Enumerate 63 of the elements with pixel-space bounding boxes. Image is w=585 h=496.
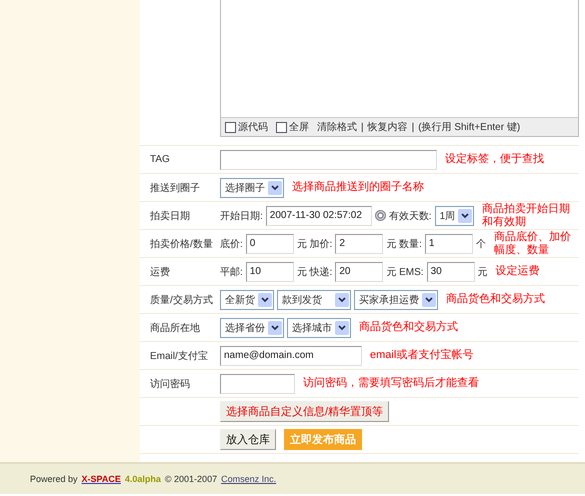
- company-link[interactable]: Comsenz Inc.: [221, 474, 276, 484]
- copyright-text: © 2001-2007: [164, 474, 218, 484]
- checkbox[interactable]: [225, 122, 236, 132]
- form-label: 拍卖日期: [149, 210, 191, 222]
- input-field[interactable]: [220, 374, 295, 394]
- field-label: 元 加价:: [296, 238, 332, 250]
- field-label: 元: [478, 266, 488, 278]
- hint-text: 选择商品推送到的圈子名称: [292, 181, 424, 194]
- field-label: 元 EMS:: [386, 266, 424, 278]
- input-field[interactable]: 20: [335, 262, 384, 282]
- input-field[interactable]: [220, 150, 437, 170]
- field-label: 个: [476, 238, 486, 250]
- hint-text: 设定运费: [496, 265, 540, 278]
- checkbox-label: 源代码: [238, 121, 268, 134]
- clock-icon[interactable]: [374, 210, 386, 221]
- select-dropdown[interactable]: 选择省份: [220, 318, 284, 338]
- select-dropdown[interactable]: 全新货: [220, 290, 274, 310]
- checkbox-label: 全屏: [289, 121, 309, 134]
- toolbar-link[interactable]: 清除格式: [317, 120, 357, 134]
- hint-text: 设定标签，便于查找: [445, 153, 544, 166]
- text-editor[interactable]: 源代码 全屏 清除格式 | 恢复内容 | (换行用 Shift+Enter 键): [220, 0, 579, 137]
- select-dropdown[interactable]: 选择圈子: [220, 178, 284, 198]
- select-dropdown[interactable]: 买家承担运费: [354, 290, 438, 310]
- select-dropdown[interactable]: 1周: [434, 206, 474, 226]
- hint-text: 商品拍卖开始日期和有效期: [482, 203, 572, 228]
- input-field[interactable]: 1: [424, 234, 473, 254]
- toolbar-text: (换行用 Shift+Enter 键): [418, 120, 520, 134]
- select-dropdown[interactable]: 选择城市: [287, 318, 351, 338]
- footer-text: Powered by: [30, 474, 78, 484]
- hint-text: 访问密码，需要填写密码后才能查看: [303, 377, 479, 390]
- toolbar-text: |: [412, 122, 414, 132]
- form-label: 访问密码: [149, 378, 191, 390]
- input-field[interactable]: 30: [426, 262, 475, 282]
- field-label: 有效天数:: [388, 210, 432, 222]
- product-link[interactable]: X-SPACE: [82, 474, 121, 484]
- options-button[interactable]: 选择商品自定义信息/精华置顶等: [220, 401, 390, 422]
- input-field[interactable]: name@domain.com: [220, 346, 362, 366]
- input-field[interactable]: 0: [246, 234, 294, 254]
- form-label: Email/支付宝: [149, 350, 209, 362]
- field-label: 元 数量:: [386, 238, 422, 250]
- form-label: 拍卖价格/数量: [149, 238, 214, 250]
- form-label: 质量/交易方式: [149, 294, 214, 306]
- form-label: TAG: [149, 154, 171, 165]
- input-field[interactable]: 2: [335, 234, 384, 254]
- hint-text: 商品货色和交易方式: [359, 321, 458, 334]
- input-field[interactable]: 2007-11-30 02:57:02: [266, 206, 372, 226]
- input-field[interactable]: 10: [246, 262, 294, 282]
- field-label: 平邮:: [220, 266, 243, 278]
- form-label: 推送到圈子: [149, 182, 201, 194]
- field-label: 开始日期:: [220, 210, 263, 222]
- checkbox[interactable]: [276, 122, 287, 132]
- hint-text: 商品底价、加价幅度、数量: [494, 231, 572, 256]
- hint-text: 商品货色和交易方式: [446, 293, 545, 306]
- version-text: 4.0alpha: [124, 474, 161, 484]
- hint-text: email或者支付宝帐号: [370, 349, 474, 362]
- form-label: 运费: [149, 266, 171, 278]
- form-label: 商品所在地: [149, 322, 201, 334]
- select-dropdown[interactable]: 款到发货: [277, 290, 351, 310]
- toolbar-link[interactable]: 恢复内容: [368, 120, 408, 134]
- save-button[interactable]: 放入仓库: [220, 429, 276, 450]
- toolbar-text: |: [361, 122, 364, 132]
- field-label: 底价:: [220, 238, 243, 250]
- field-label: 元 快递:: [296, 266, 332, 278]
